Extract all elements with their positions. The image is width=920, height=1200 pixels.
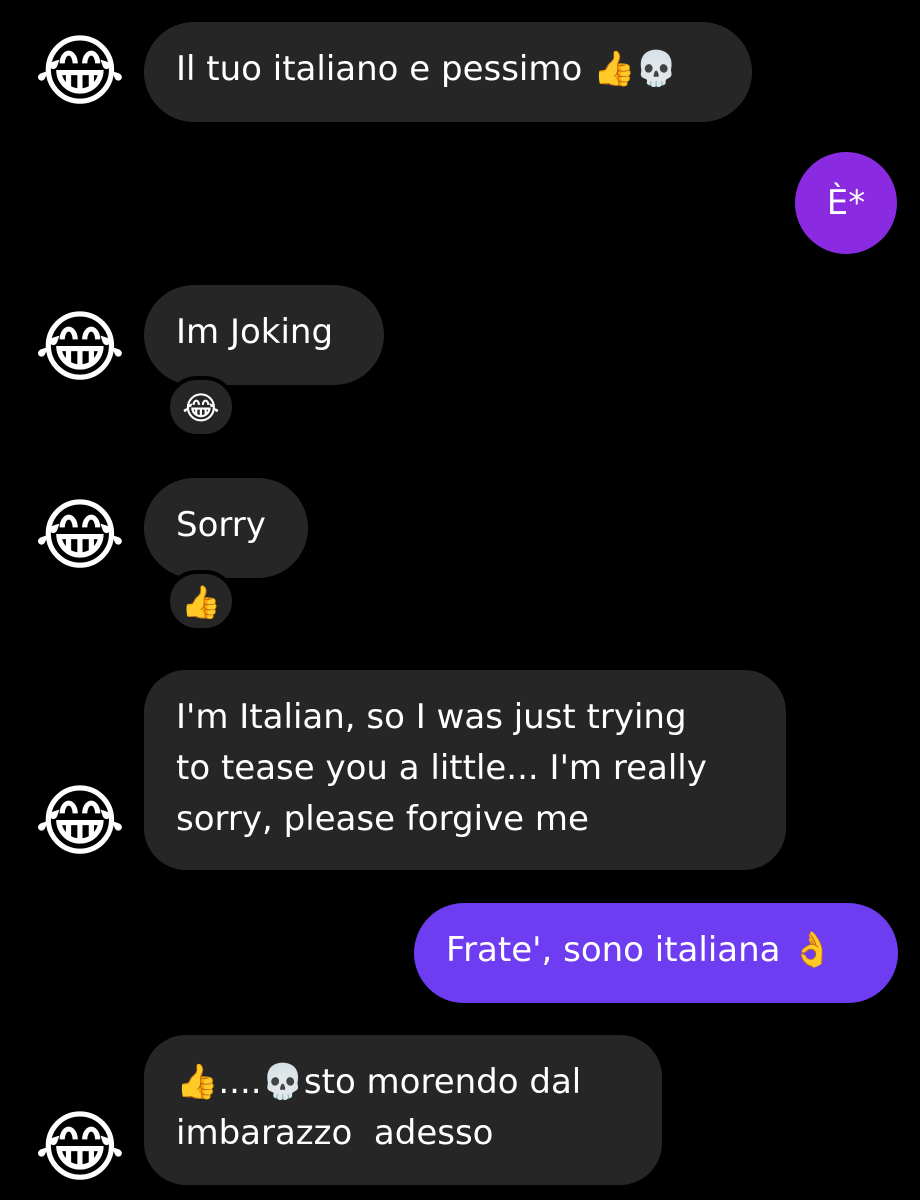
incoming-message-bubble[interactable]: 👍....💀sto morendo dal imbarazzo adesso: [144, 1035, 662, 1185]
contact-avatar-laughing-icon[interactable]: 😂: [34, 776, 126, 868]
contact-avatar-laughing-icon[interactable]: 😂: [34, 302, 126, 394]
incoming-message-bubble[interactable]: Sorry: [144, 478, 308, 578]
contact-avatar-laughing-icon[interactable]: 😂: [34, 26, 126, 118]
incoming-message-bubble[interactable]: I'm Italian, so I was just trying to tea…: [144, 670, 786, 870]
incoming-message-bubble[interactable]: Il tuo italiano e pessimo 👍💀: [144, 22, 752, 122]
incoming-message-bubble[interactable]: Im Joking: [144, 285, 384, 385]
outgoing-message-bubble[interactable]: È*: [795, 152, 897, 254]
message-reaction-laughing-icon[interactable]: 😂: [166, 376, 236, 438]
message-reaction-thumbs-up-icon[interactable]: 👍: [166, 570, 236, 632]
contact-avatar-laughing-icon[interactable]: 😂: [34, 1102, 126, 1194]
contact-avatar-laughing-icon[interactable]: 😂: [34, 490, 126, 582]
outgoing-message-bubble[interactable]: Frate', sono italiana 👌: [414, 903, 898, 1003]
